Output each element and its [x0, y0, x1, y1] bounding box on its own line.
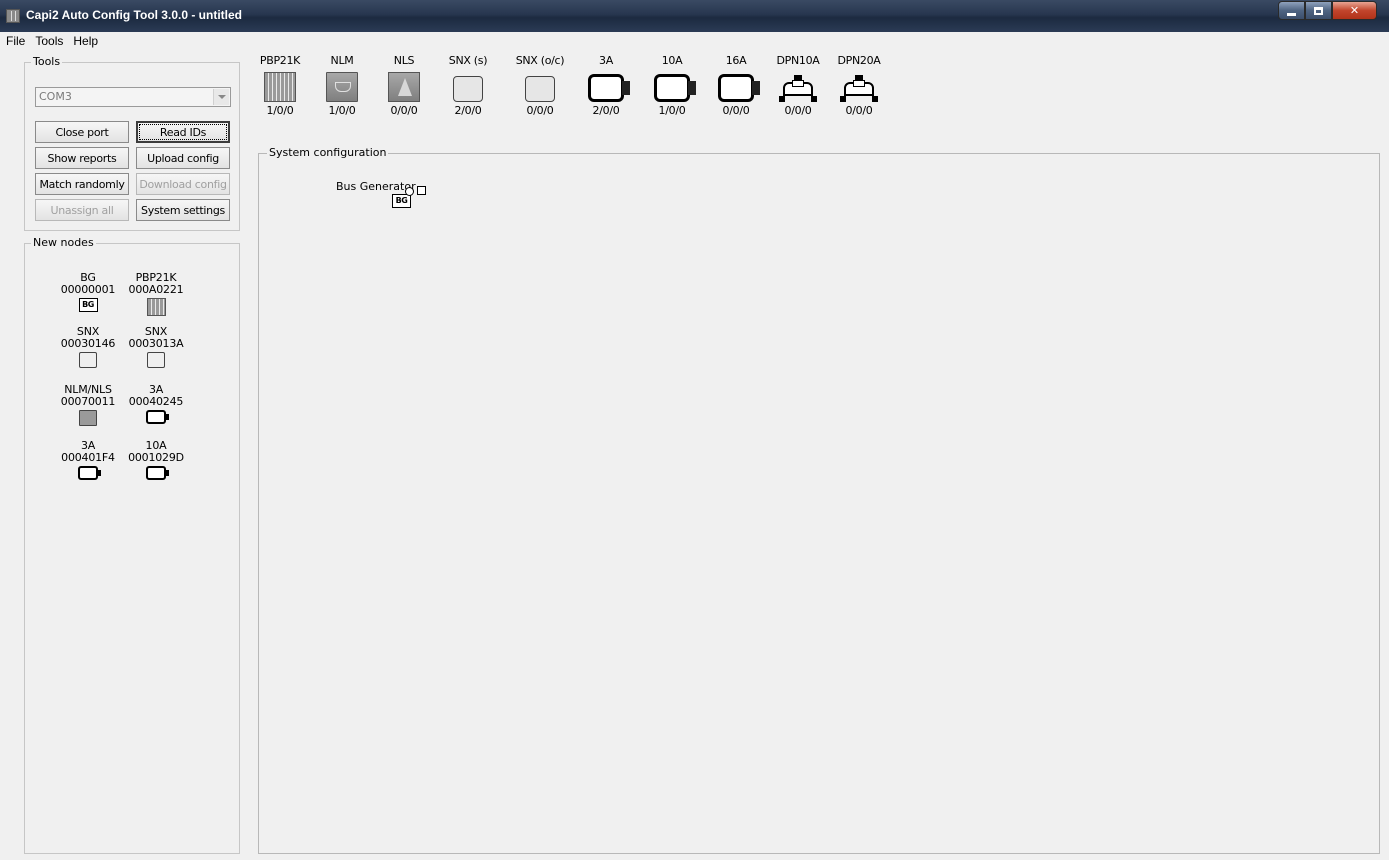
palette-count: 1/0/0 — [328, 104, 356, 117]
menu-tools[interactable]: Tools — [31, 34, 67, 48]
palette-label: 3A — [599, 54, 613, 67]
palette-label: 16A — [725, 54, 747, 67]
new-node-3a[interactable]: 3A 000401F4 — [53, 440, 123, 480]
palette-item-nlm[interactable]: NLM 1/0/0 — [312, 54, 372, 118]
palette-item-dpn20a[interactable]: DPN20A 0/0/0 — [829, 54, 889, 118]
minimize-icon — [1287, 12, 1296, 16]
maximize-icon — [1314, 6, 1323, 15]
window-controls: ✕ — [1278, 1, 1377, 20]
module-icon — [588, 74, 630, 102]
close-window-button[interactable]: ✕ — [1332, 1, 1377, 20]
unassign-all-button[interactable]: Unassign all — [35, 199, 129, 221]
module-icon — [718, 74, 760, 102]
palette-count: 2/0/0 — [592, 104, 620, 117]
palette-item-nls[interactable]: NLS 0/0/0 — [374, 54, 434, 118]
tools-legend: Tools — [31, 55, 63, 69]
app-icon — [6, 9, 20, 23]
match-randomly-button[interactable]: Match randomly — [35, 173, 129, 195]
palette-item-pbp21k[interactable]: PBP21K 1/0/0 — [250, 54, 310, 118]
palette-count: 0/0/0 — [526, 104, 554, 117]
chevron-down-icon[interactable] — [213, 89, 229, 105]
system-configuration-legend: System configuration — [267, 146, 389, 160]
dpn-icon — [779, 72, 817, 102]
window-title: Capi2 Auto Config Tool 3.0.0 - untitled — [26, 8, 242, 22]
palette-count: 1/0/0 — [266, 104, 294, 117]
palette-label: SNX (s) — [448, 54, 488, 67]
palette-label: PBP21K — [259, 54, 301, 67]
new-node-3a[interactable]: 3A 00040245 — [121, 384, 191, 424]
palette-item-16a[interactable]: 16A 0/0/0 — [706, 54, 766, 118]
palette-item-dpn10a[interactable]: DPN10A 0/0/0 — [768, 54, 828, 118]
pbp21k-icon — [264, 72, 296, 102]
module-icon — [78, 466, 101, 480]
module-icon — [654, 74, 696, 102]
palette-item-3a[interactable]: 3A 2/0/0 — [576, 54, 636, 118]
palette-count: 0/0/0 — [845, 104, 873, 117]
snx-icon — [453, 76, 483, 102]
new-node-snx[interactable]: SNX 00030146 — [53, 326, 123, 368]
title-bar: Capi2 Auto Config Tool 3.0.0 - untitled … — [0, 0, 1389, 32]
close-icon: ✕ — [1349, 4, 1360, 17]
new-node-nlm-nls[interactable]: NLM/NLS 00070011 — [53, 384, 123, 426]
pbp21k-icon — [146, 298, 166, 316]
node-id: 0003013A — [128, 337, 184, 350]
new-node-snx[interactable]: SNX 0003013A — [121, 326, 191, 368]
node-id: 000A0221 — [128, 283, 184, 296]
close-port-button[interactable]: Close port — [35, 121, 129, 143]
nls-icon — [388, 72, 420, 102]
menu-bar: File Tools Help — [0, 32, 1389, 50]
node-id: 00000001 — [60, 283, 116, 296]
palette-count: 0/0/0 — [390, 104, 418, 117]
palette-label: DPN10A — [776, 54, 820, 67]
new-node-pbp21k[interactable]: PBP21K 000A0221 — [121, 272, 191, 316]
snx-icon — [147, 352, 165, 368]
node-id: 00070011 — [60, 395, 116, 408]
system-configuration-group[interactable]: System configuration — [258, 146, 1380, 854]
palette-count: 0/0/0 — [722, 104, 750, 117]
show-reports-button[interactable]: Show reports — [35, 147, 129, 169]
port-select-value: COM3 — [39, 90, 72, 103]
nlm-icon — [326, 72, 358, 102]
snx-icon — [79, 352, 97, 368]
nlm-icon — [79, 410, 97, 426]
palette-count: 1/0/0 — [658, 104, 686, 117]
palette-label: DPN20A — [837, 54, 881, 67]
bus-connector-circle[interactable] — [405, 187, 414, 196]
palette-label: SNX (o/c) — [515, 54, 565, 67]
palette-item-snx-s[interactable]: SNX (s) 2/0/0 — [438, 54, 498, 118]
new-node-10a[interactable]: 10A 0001029D — [121, 440, 191, 480]
bg-icon: BG — [78, 298, 98, 312]
menu-file[interactable]: File — [2, 34, 29, 48]
new-node-bg[interactable]: BG 00000001 BG — [53, 272, 123, 312]
palette-count: 2/0/0 — [454, 104, 482, 117]
upload-config-button[interactable]: Upload config — [136, 147, 230, 169]
palette-count: 0/0/0 — [784, 104, 812, 117]
new-nodes-group: New nodes BG 00000001 BG PBP21K 000A0221… — [24, 236, 240, 854]
port-select[interactable]: COM3 — [35, 87, 231, 107]
system-settings-button[interactable]: System settings — [136, 199, 230, 221]
node-id: 00040245 — [128, 395, 184, 408]
module-icon — [146, 410, 169, 424]
bus-connector-square[interactable] — [417, 186, 426, 195]
palette-item-10a[interactable]: 10A 1/0/0 — [642, 54, 702, 118]
node-id: 00030146 — [60, 337, 116, 350]
minimize-button[interactable] — [1278, 1, 1305, 20]
node-id: 000401F4 — [61, 451, 115, 464]
palette-label: 10A — [661, 54, 683, 67]
maximize-button[interactable] — [1305, 1, 1332, 20]
new-nodes-legend: New nodes — [31, 236, 96, 250]
bus-generator-icon[interactable]: BG — [392, 194, 411, 208]
node-id: 0001029D — [128, 451, 184, 464]
download-config-button[interactable]: Download config — [136, 173, 230, 195]
module-icon — [146, 466, 169, 480]
snx-icon — [525, 76, 555, 102]
palette-item-snx-oc[interactable]: SNX (o/c) 0/0/0 — [510, 54, 570, 118]
dpn-icon — [840, 72, 878, 102]
palette-label: NLM — [330, 54, 354, 67]
read-ids-button[interactable]: Read IDs — [136, 121, 230, 143]
tools-group: Tools COM3 Close port Read IDs Show repo… — [24, 55, 240, 231]
menu-help[interactable]: Help — [69, 34, 102, 48]
palette-label: NLS — [393, 54, 415, 67]
